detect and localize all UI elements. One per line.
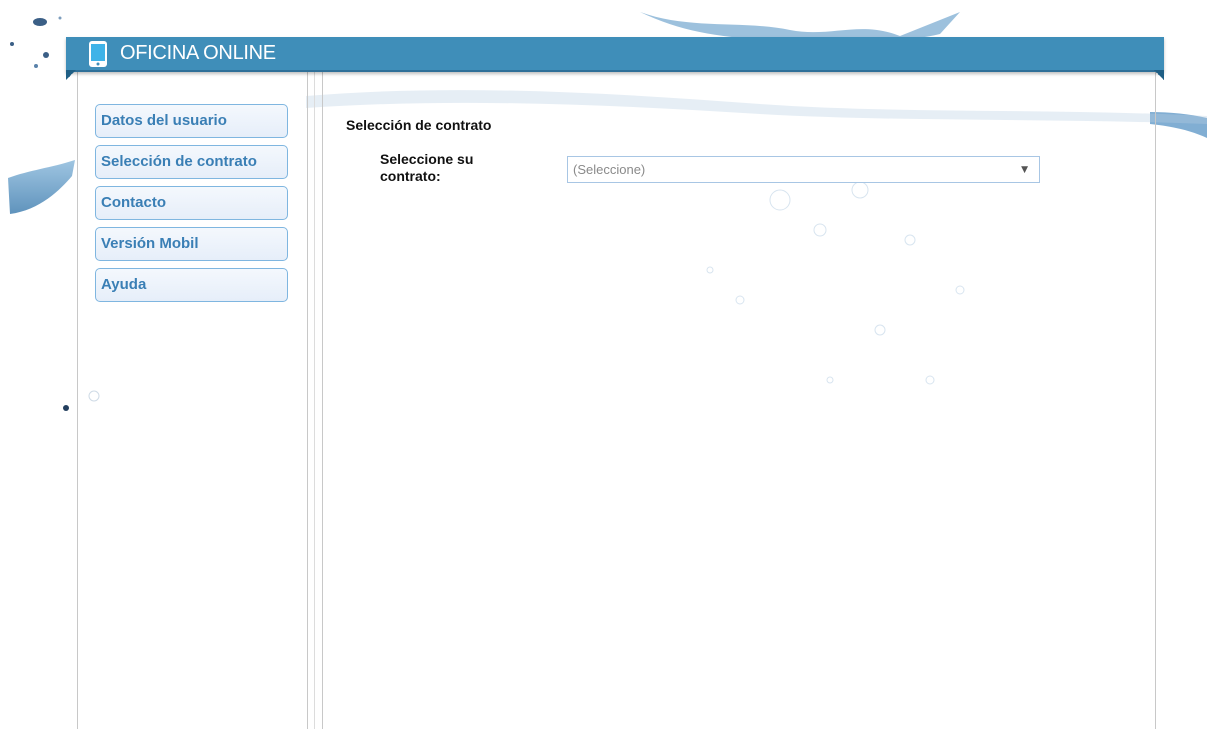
sidebar-item-seleccion-contrato[interactable]: Selección de contrato [95, 145, 288, 179]
app-title: OFICINA ONLINE [120, 42, 276, 64]
contract-field-label: Seleccione su contrato: [380, 151, 474, 184]
header-fold-right [1154, 70, 1164, 80]
page: OFICINA ONLINE Datos del usuario Selecci… [0, 0, 1207, 729]
sidebar-item-datos-usuario[interactable]: Datos del usuario [95, 104, 288, 138]
sidebar-menu: Datos del usuario Selección de contrato … [95, 104, 288, 309]
column-divider [314, 72, 315, 729]
header-fold-left [66, 70, 76, 80]
sidebar-item-ayuda[interactable]: Ayuda [95, 268, 288, 302]
mobile-phone-icon [89, 41, 107, 67]
contract-select-value: (Seleccione) [573, 162, 646, 177]
sidebar-item-contacto[interactable]: Contacto [95, 186, 288, 220]
contract-select[interactable]: (Seleccione) ▼ [567, 156, 1040, 183]
sidebar-item-version-mobil[interactable]: Versión Mobil [95, 227, 288, 261]
dropdown-arrow-icon: ▼ [1021, 165, 1028, 175]
section-title: Selección de contrato [346, 117, 492, 133]
